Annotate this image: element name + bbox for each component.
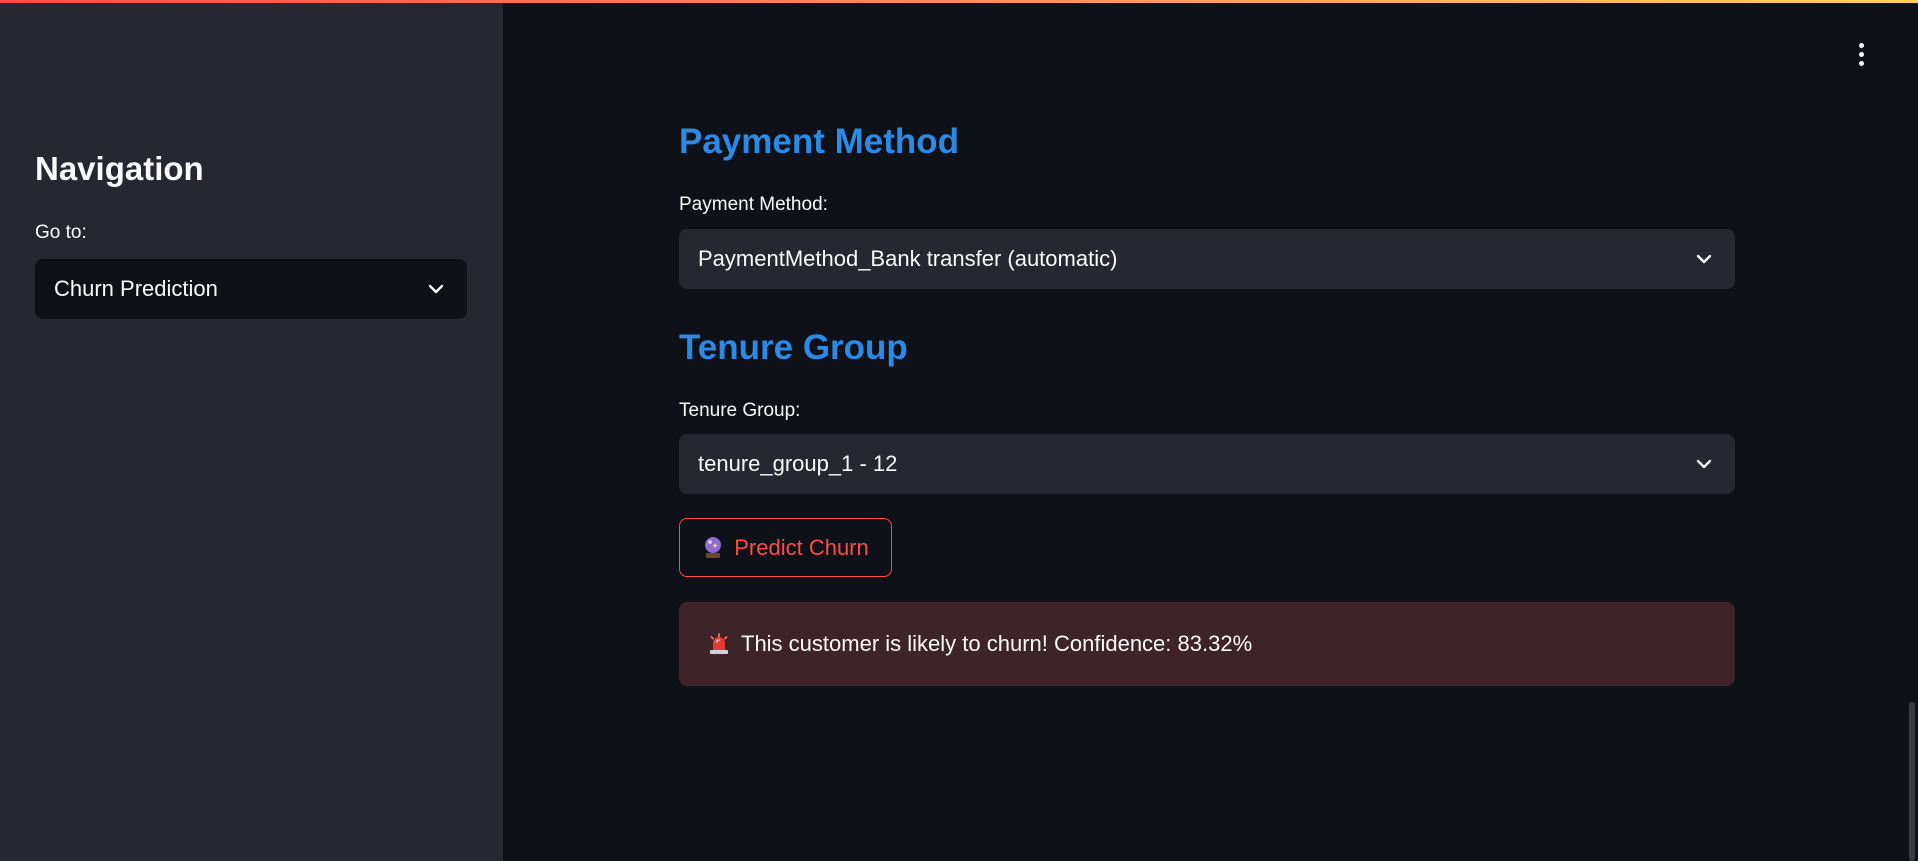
churn-result-message: This customer is likely to churn! Confid… [741,631,1253,656]
payment-method-select[interactable]: PaymentMethod_Bank transfer (automatic) [679,229,1735,289]
chevron-down-icon [1696,459,1712,469]
predict-churn-label: Predict Churn [734,534,869,560]
sidebar: Navigation Go to: Churn Prediction [0,0,503,861]
tenure-group-select[interactable]: tenure_group_1 - 12 [679,434,1735,494]
payment-method-value: PaymentMethod_Bank transfer (automatic) [698,246,1118,271]
payment-method-label: Payment Method: [679,194,828,215]
tenure-group-heading: Tenure Group [679,328,908,367]
chevron-down-icon [1696,254,1712,264]
sidebar-title: Navigation [35,150,204,187]
page-select[interactable]: Churn Prediction [35,259,467,319]
app-top-decoration-bar [0,0,1918,3]
crystal-ball-icon [705,536,722,558]
chevron-down-icon [428,284,444,294]
more-vertical-icon[interactable] [1847,40,1875,68]
predict-churn-button[interactable]: Predict Churn [679,518,892,577]
churn-result-alert: This customer is likely to churn! Confid… [679,602,1735,686]
tenure-group-value: tenure_group_1 - 12 [698,451,898,476]
go-to-label: Go to: [35,222,87,243]
tenure-group-label: Tenure Group: [679,400,801,421]
payment-method-heading: Payment Method [679,122,960,161]
siren-icon [710,633,728,654]
page-select-value: Churn Prediction [54,276,218,301]
main-scrollbar[interactable] [1909,702,1915,861]
